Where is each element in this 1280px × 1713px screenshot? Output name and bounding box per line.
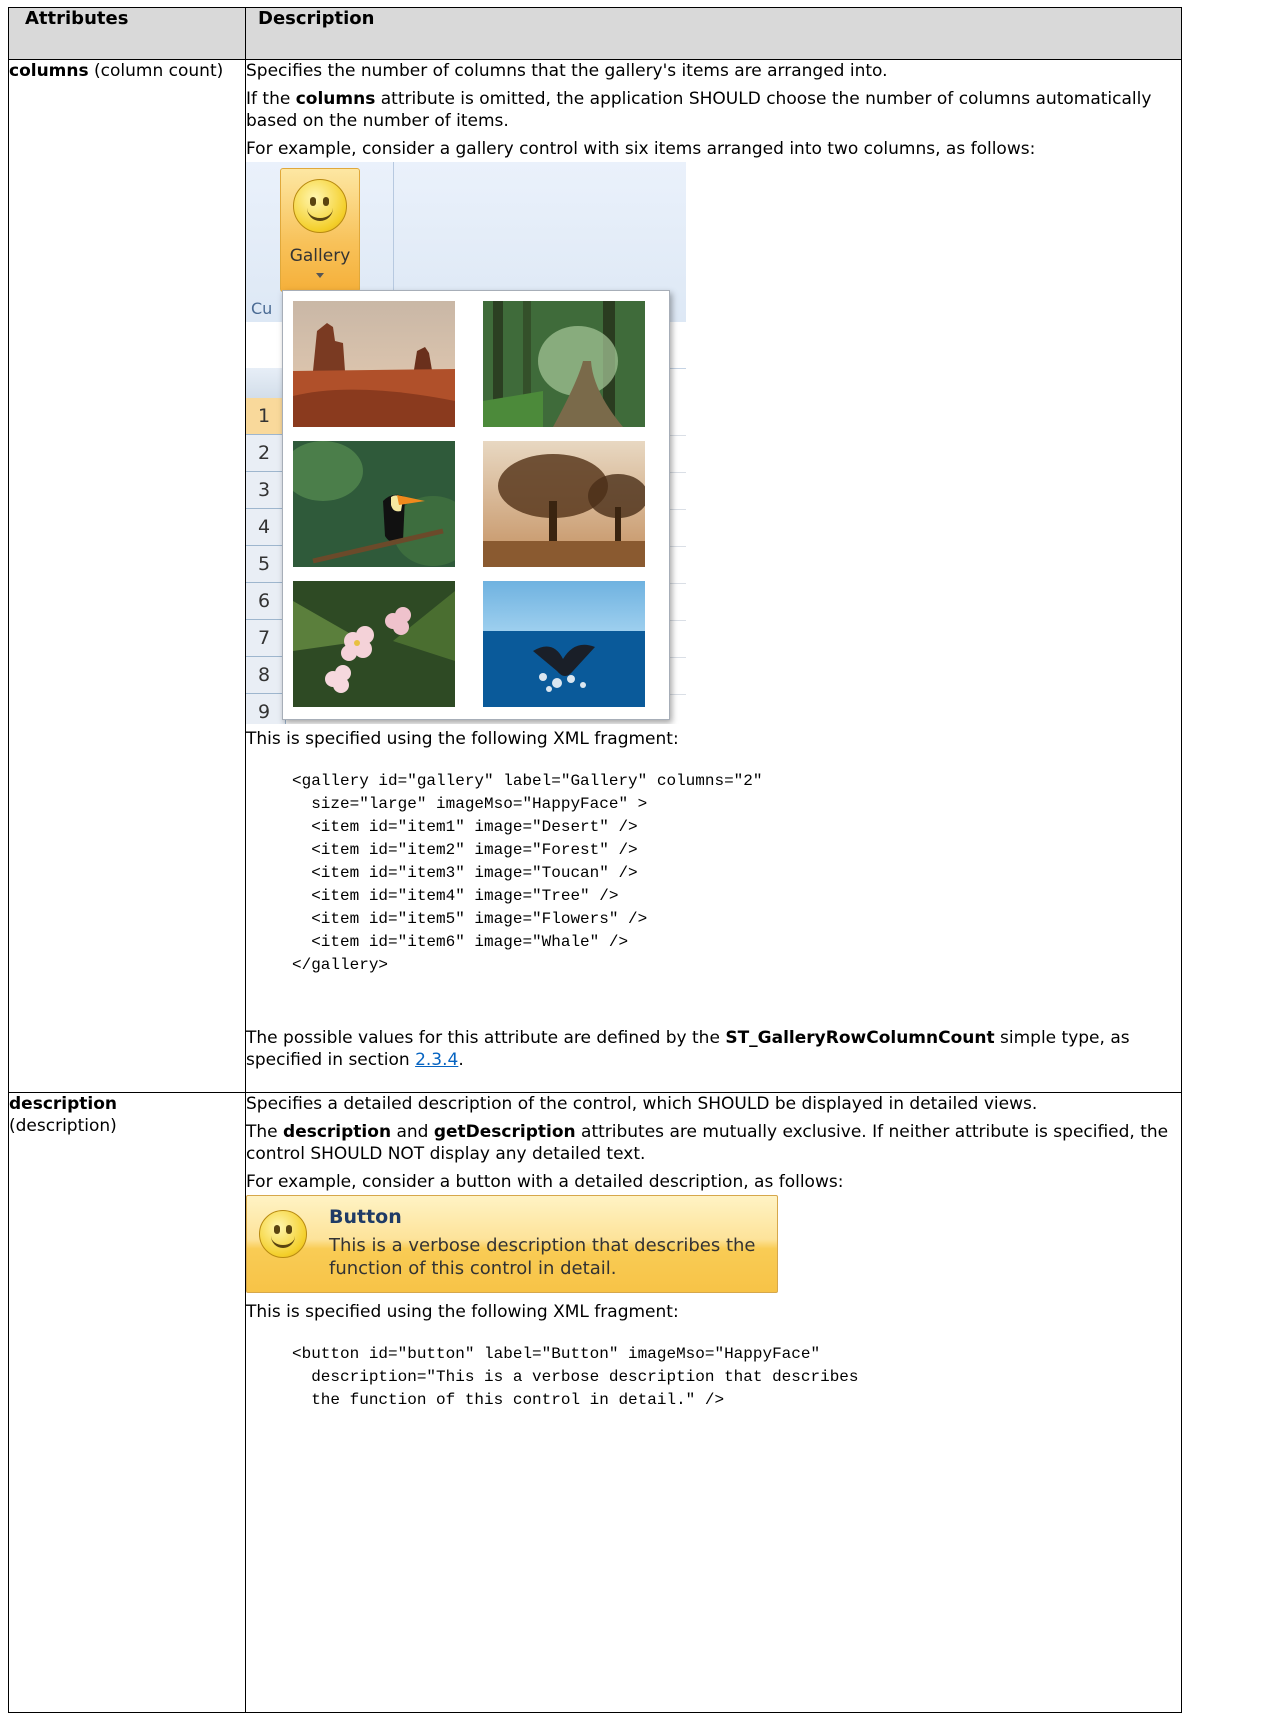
bold-term: getDescription bbox=[433, 1122, 576, 1142]
text: The possible values for this attribute a… bbox=[246, 1028, 726, 1048]
xml-code-block: <button id="button" label="Button" image… bbox=[292, 1345, 859, 1409]
attribute-name-cell: columns (column count) bbox=[8, 59, 246, 1093]
button-description: This is a verbose description that descr… bbox=[329, 1235, 756, 1279]
gallery-dropdown bbox=[282, 290, 670, 720]
gallery-item-desert[interactable] bbox=[293, 301, 455, 427]
attributes-table: Attributes Description columns (column c… bbox=[8, 7, 1182, 1713]
header-row: Attributes Description bbox=[8, 7, 1182, 60]
bold-term: description bbox=[283, 1122, 392, 1142]
gallery-item-flowers[interactable] bbox=[293, 581, 455, 707]
row-header[interactable]: 1 bbox=[246, 398, 286, 435]
row-header[interactable]: 2 bbox=[246, 435, 286, 472]
paragraph: The description and getDescription attri… bbox=[246, 1121, 1181, 1165]
button-screenshot[interactable]: Button This is a verbose description tha… bbox=[246, 1195, 778, 1293]
attribute-name: columns bbox=[9, 61, 89, 81]
table-row: columns (column count) Specifies the num… bbox=[8, 59, 1182, 1093]
xml-code-block: <gallery id="gallery" label="Gallery" co… bbox=[292, 772, 763, 974]
attribute-type: (column count) bbox=[88, 61, 224, 81]
row-header[interactable]: 6 bbox=[246, 583, 286, 620]
paragraph: If the columns attribute is omitted, the… bbox=[246, 88, 1181, 132]
paragraph: Specifies the number of columns that the… bbox=[246, 61, 888, 81]
text: attribute is omitted, the application SH… bbox=[246, 89, 1152, 131]
row-header[interactable]: 8 bbox=[246, 657, 286, 694]
attribute-type: (description) bbox=[9, 1116, 117, 1136]
gallery-screenshot: Gallery Cu 1 2 3 4 5 6 7 8 9 bbox=[246, 162, 686, 724]
button-title: Button bbox=[329, 1206, 402, 1228]
gallery-item-toucan[interactable] bbox=[283, 441, 473, 567]
row-header[interactable]: 4 bbox=[246, 509, 286, 546]
attribute-name-cell: description (description) bbox=[8, 1092, 246, 1713]
gallery-item-tree[interactable] bbox=[483, 441, 648, 567]
happy-face-icon bbox=[259, 1210, 307, 1258]
section-link[interactable]: 2.3.4 bbox=[415, 1050, 458, 1070]
row-header[interactable]: 5 bbox=[246, 546, 286, 583]
table-row: description (description) Specifies a det… bbox=[8, 1092, 1182, 1713]
gallery-button-label: Gallery bbox=[289, 246, 351, 266]
paragraph: This is specified using the following XM… bbox=[246, 729, 679, 749]
attribute-description-cell: Specifies a detailed description of the … bbox=[245, 1092, 1182, 1713]
bold-term: ST_GalleryRowColumnCount bbox=[725, 1028, 995, 1048]
text: The bbox=[246, 1122, 284, 1142]
attribute-name: description bbox=[9, 1094, 118, 1114]
group-label: Cu bbox=[251, 299, 273, 318]
paragraph: For example, consider a gallery control … bbox=[246, 139, 1036, 159]
select-all-corner bbox=[246, 368, 286, 399]
text: If the bbox=[246, 89, 296, 109]
gallery-button[interactable]: Gallery bbox=[280, 168, 360, 292]
row-header[interactable]: 7 bbox=[246, 620, 286, 657]
row-header[interactable]: 9 bbox=[246, 694, 286, 724]
paragraph: This is specified using the following XM… bbox=[246, 1302, 679, 1322]
text: . bbox=[458, 1050, 464, 1070]
bold-term: columns bbox=[295, 89, 376, 109]
paragraph: Specifies a detailed description of the … bbox=[246, 1094, 1038, 1114]
header-attributes: Attributes bbox=[8, 7, 246, 60]
gallery-item-whale[interactable] bbox=[483, 581, 645, 707]
row-header[interactable]: 3 bbox=[246, 472, 286, 509]
attribute-description-cell: Specifies the number of columns that the… bbox=[245, 59, 1182, 1093]
text: and bbox=[391, 1122, 434, 1142]
happy-face-icon bbox=[293, 179, 347, 233]
paragraph: The possible values for this attribute a… bbox=[246, 1027, 1181, 1071]
dropdown-arrow-icon bbox=[316, 273, 324, 278]
header-description: Description bbox=[245, 7, 1182, 60]
gallery-item-forest[interactable] bbox=[483, 301, 645, 427]
paragraph: For example, consider a button with a de… bbox=[246, 1172, 844, 1192]
